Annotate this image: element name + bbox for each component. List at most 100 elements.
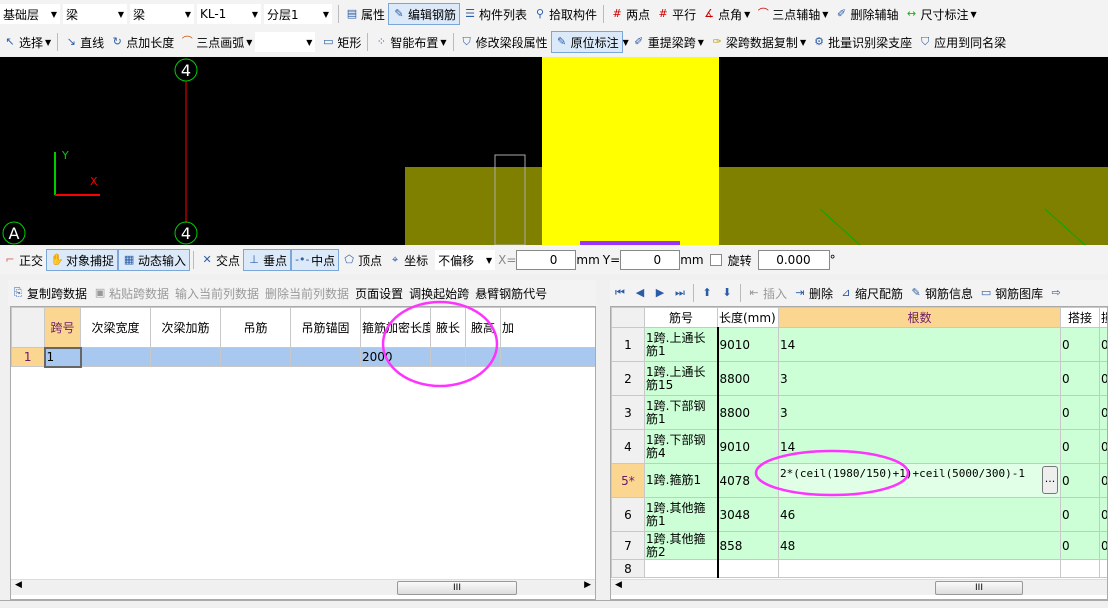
- input-column-button[interactable]: 输入当前列数据: [172, 282, 262, 304]
- cell-bar-name[interactable]: 1跨.下部钢筋1: [644, 395, 718, 430]
- more-button[interactable]: ⇨: [1046, 282, 1066, 304]
- delete-axis-button[interactable]: ✐ 删除辅轴: [831, 3, 901, 25]
- point-length-button[interactable]: ↻ 点加长度: [107, 31, 177, 53]
- rebar-info-button[interactable]: ✎ 钢筋信息: [906, 282, 976, 304]
- table-row[interactable]: 1 1跨.上通长筋1 9010 14 0 0: [611, 327, 1107, 362]
- y-input[interactable]: 0: [620, 250, 681, 270]
- in-situ-annotation-button[interactable]: ✎ 原位标注: [550, 31, 623, 53]
- col-span-number[interactable]: 跨号: [44, 307, 81, 348]
- three-point-arc-button[interactable]: ⌒ 三点画弧 ▼: [177, 31, 255, 53]
- scrollbar-thumb[interactable]: III: [397, 581, 517, 595]
- horizontal-scrollbar[interactable]: ◀ III: [611, 579, 1107, 595]
- cell-loss[interactable]: 0: [1099, 429, 1107, 464]
- cell-lap[interactable]: 0: [1060, 429, 1100, 464]
- floor-select[interactable]: 基础层 ▼: [0, 4, 60, 24]
- cell-length[interactable]: 858: [716, 531, 779, 560]
- smart-layout-button[interactable]: ⁘ 智能布置 ▼: [371, 31, 449, 53]
- modify-beam-segment-button[interactable]: ⛉ 修改梁段属性: [457, 31, 551, 53]
- dimension-button[interactable]: ↔ 尺寸标注 ▼: [901, 3, 979, 25]
- intersection-button[interactable]: ✕ 交点: [197, 249, 243, 271]
- copy-span-button[interactable]: ⎘ 复制跨数据: [8, 282, 90, 304]
- rebar-library-button[interactable]: ▭ 钢筋图库: [976, 282, 1046, 304]
- col-header[interactable]: 加: [500, 307, 595, 348]
- rotate-checkbox[interactable]: [709, 254, 722, 266]
- type-select[interactable]: 梁 ▼: [63, 4, 127, 24]
- rotate-input[interactable]: 0.000: [757, 250, 830, 270]
- arc-option-select[interactable]: ▼: [255, 32, 316, 52]
- col-loss[interactable]: 损: [1099, 307, 1107, 328]
- dynamic-input-button[interactable]: ▦ 动态输入: [118, 249, 191, 271]
- x-input[interactable]: 0: [516, 250, 577, 270]
- cell[interactable]: [500, 347, 595, 367]
- col-count[interactable]: 根数: [778, 307, 1061, 328]
- three-point-axis-button[interactable]: ⌒ 三点辅轴 ▼: [753, 3, 831, 25]
- properties-button[interactable]: ▤ 属性: [342, 3, 388, 25]
- midpoint-button[interactable]: -•- 中点: [291, 249, 340, 271]
- cell-loss[interactable]: 0: [1099, 395, 1107, 430]
- cell-length[interactable]: 9010: [716, 327, 779, 362]
- cell-bar-name[interactable]: 1跨.上通长筋1: [644, 327, 718, 362]
- move-up-button[interactable]: ⬆: [697, 282, 717, 304]
- parallel-button[interactable]: # 平行: [653, 3, 699, 25]
- cell-loss[interactable]: 0: [1099, 463, 1107, 498]
- component-list-button[interactable]: ☰ 构件列表: [460, 3, 530, 25]
- cell-loss[interactable]: 0: [1099, 531, 1107, 560]
- col-header[interactable]: 次梁加筋: [150, 307, 221, 348]
- table-row[interactable]: 3 1跨.下部钢筋1 8800 3 0 0: [611, 395, 1107, 430]
- insert-button[interactable]: ⇤ 插入: [744, 282, 790, 304]
- two-point-button[interactable]: # 两点: [607, 3, 653, 25]
- layer-select[interactable]: 分层1 ▼: [264, 4, 332, 24]
- table-row[interactable]: 2 1跨.上通长筋15 8800 3 0 0: [611, 361, 1107, 396]
- table-row[interactable]: 1 1 2000: [11, 346, 595, 368]
- prev-button[interactable]: ◀: [630, 282, 650, 304]
- cell[interactable]: [290, 347, 361, 367]
- reextract-span-button[interactable]: ✐ 重提梁跨 ▼: [629, 31, 707, 53]
- delete-column-button[interactable]: 删除当前列数据: [262, 282, 352, 304]
- cell-count[interactable]: 14: [778, 327, 1061, 362]
- cell-span-number[interactable]: 1: [43, 346, 82, 368]
- perpendicular-button[interactable]: ⊥ 垂点: [243, 249, 292, 271]
- col-bar-number[interactable]: 筋号: [644, 307, 718, 328]
- cell-bar-name[interactable]: 1跨.下部钢筋4: [644, 429, 718, 464]
- copy-span-data-button[interactable]: ✑ 梁跨数据复制 ▼: [707, 31, 809, 53]
- cell[interactable]: [150, 347, 221, 367]
- select-button[interactable]: ↖ 选择 ▼: [0, 31, 54, 53]
- cell-lap[interactable]: 0: [1060, 361, 1100, 396]
- cell-count[interactable]: 3: [778, 395, 1061, 430]
- last-button[interactable]: ⏭: [670, 282, 690, 304]
- offset-select[interactable]: 不偏移 ▼: [435, 250, 496, 270]
- cell-bar-name[interactable]: 1跨.箍筋1: [644, 463, 718, 498]
- edit-rebar-button[interactable]: ✎ 编辑钢筋: [388, 3, 461, 25]
- next-button[interactable]: ▶: [650, 282, 670, 304]
- coordinate-button[interactable]: ⌖ 坐标: [385, 249, 431, 271]
- cell[interactable]: [80, 347, 151, 367]
- table-row[interactable]: 6 1跨.其他箍筋1 3048 46 0 0: [611, 497, 1107, 532]
- component-select[interactable]: KL-1 ▼: [197, 4, 261, 24]
- line-button[interactable]: ↘ 直线: [61, 31, 107, 53]
- drawing-canvas[interactable]: 4 4 A Y X: [0, 57, 1108, 245]
- apply-same-name-button[interactable]: ⛉ 应用到同名梁: [915, 31, 1009, 53]
- cell-bar-name[interactable]: 1跨.其他箍筋2: [644, 531, 718, 560]
- ortho-button[interactable]: ⌐ 正交: [0, 249, 46, 271]
- cell-lap[interactable]: 0: [1060, 327, 1100, 362]
- delete-button[interactable]: ⇥ 删除: [790, 282, 836, 304]
- pick-component-button[interactable]: ⚲ 拾取构件: [530, 3, 600, 25]
- point-angle-button[interactable]: ∡ 点角 ▼: [699, 3, 753, 25]
- cell-bar-name[interactable]: 1跨.上通长筋15: [644, 361, 718, 396]
- cell-length[interactable]: 3048: [716, 497, 779, 532]
- scrollbar-thumb[interactable]: III: [935, 581, 1023, 595]
- paste-span-button[interactable]: ▣ 粘贴跨数据: [90, 282, 172, 304]
- table-row-empty[interactable]: 8: [611, 559, 1107, 578]
- cell-length[interactable]: 8800: [716, 395, 779, 430]
- col-length[interactable]: 长度(mm): [717, 307, 779, 328]
- cell-count[interactable]: 46: [778, 497, 1061, 532]
- subtype-select[interactable]: 梁 ▼: [130, 4, 194, 24]
- scale-rebar-button[interactable]: ⊿ 缩尺配筋: [836, 282, 906, 304]
- horizontal-scrollbar[interactable]: ◀ III ▶: [11, 579, 595, 595]
- cell-count[interactable]: 3: [778, 361, 1061, 396]
- first-button[interactable]: ⏮: [610, 282, 630, 304]
- cell-bar-name[interactable]: 1跨.其他箍筋1: [644, 497, 718, 532]
- rectangle-button[interactable]: ▭ 矩形: [318, 31, 364, 53]
- cell-length[interactable]: 8800: [716, 361, 779, 396]
- col-header[interactable]: 吊筋锚固: [290, 307, 361, 348]
